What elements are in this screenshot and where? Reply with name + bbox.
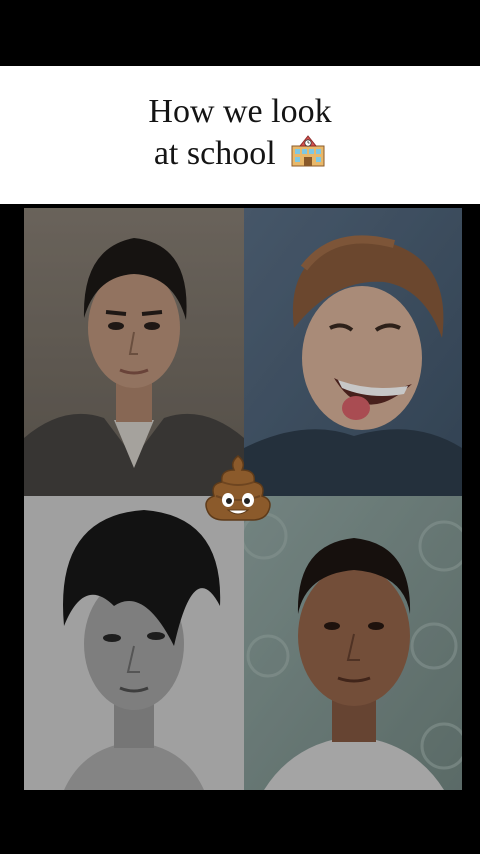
caption-line-2: at school bbox=[153, 135, 276, 172]
photo-top-right bbox=[244, 208, 462, 496]
pile-of-poo-icon bbox=[202, 452, 274, 524]
caption-line-1: How we look bbox=[148, 93, 332, 130]
photo-bottom-left bbox=[24, 496, 244, 790]
meme-page: How we look at school bbox=[0, 0, 480, 854]
caption-line-2-row: at school bbox=[154, 133, 326, 179]
caption-band: How we look at school bbox=[0, 66, 480, 204]
photo-bottom-right bbox=[244, 496, 462, 790]
school-building-icon bbox=[290, 134, 326, 179]
